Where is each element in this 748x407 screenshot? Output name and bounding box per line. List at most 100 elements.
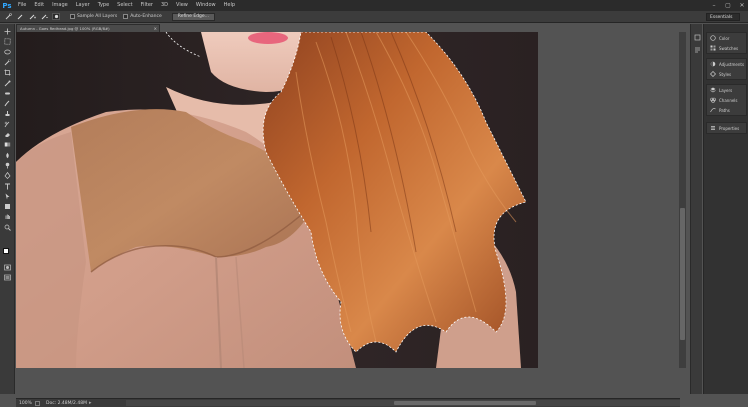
lips: [248, 32, 288, 44]
horizontal-scrollbar[interactable]: [126, 400, 680, 406]
workspace-select[interactable]: Essentials: [706, 13, 740, 21]
auto-enhance-option[interactable]: Auto-Enhance: [123, 14, 162, 19]
panel-group-properties: Properties: [706, 122, 747, 134]
properties-icon: [710, 125, 716, 131]
menu-filter[interactable]: Filter: [137, 0, 157, 11]
window-controls: – ▢ ✕: [710, 0, 746, 11]
marquee-icon[interactable]: [3, 38, 12, 45]
image-canvas[interactable]: [16, 32, 538, 368]
zoom-icon[interactable]: [3, 224, 12, 231]
paths-icon: [710, 107, 716, 113]
menu-3d[interactable]: 3D: [157, 0, 172, 11]
minimize-icon[interactable]: –: [710, 2, 718, 9]
panel-styles[interactable]: Styles: [707, 69, 746, 79]
menu-type[interactable]: Type: [94, 0, 113, 11]
new-selection-icon[interactable]: [16, 13, 24, 20]
menu-select[interactable]: Select: [113, 0, 136, 11]
close-icon[interactable]: ✕: [738, 2, 746, 9]
swatches-icon: [710, 45, 716, 51]
panel-layers-label: Layers: [719, 87, 733, 93]
status-menu-icon[interactable]: [34, 400, 40, 406]
menu-help[interactable]: Help: [220, 0, 239, 11]
screen-mode-icon[interactable]: [3, 274, 12, 281]
styles-icon: [710, 71, 716, 77]
vertical-scrollbar-thumb[interactable]: [680, 208, 685, 340]
panel-group-adjustments: Adjustments Styles: [706, 58, 747, 80]
move-icon[interactable]: [3, 28, 12, 35]
panel-layers[interactable]: Layers: [707, 85, 746, 95]
panel-group-color: Color Swatches: [706, 32, 747, 54]
path-selection-icon[interactable]: [3, 193, 12, 200]
panel-adjustments[interactable]: Adjustments: [707, 59, 746, 69]
panel-paths-label: Paths: [719, 107, 730, 113]
add-to-selection-icon[interactable]: [28, 13, 36, 20]
menu-bar: Ps File Edit Image Layer Type Select Fil…: [0, 0, 748, 11]
quick-selection-preset-icon[interactable]: [4, 13, 12, 20]
panel-channels[interactable]: Channels: [707, 95, 746, 105]
panel-adjustments-label: Adjustments: [719, 61, 745, 67]
panel-color[interactable]: Color: [707, 33, 746, 43]
healing-icon[interactable]: [3, 90, 12, 97]
collapsed-panel-strip: [690, 24, 702, 394]
quick-mask-icon[interactable]: [3, 264, 12, 271]
auto-enhance-label: Auto-Enhance: [130, 14, 162, 19]
crop-icon[interactable]: [3, 69, 12, 76]
subtract-from-selection-icon[interactable]: [40, 13, 48, 20]
hand-icon[interactable]: [3, 213, 12, 220]
pasteboard: [16, 368, 679, 398]
gradient-icon[interactable]: [3, 141, 12, 148]
tab-close-icon[interactable]: ×: [154, 25, 157, 32]
history-icon[interactable]: [693, 34, 701, 41]
blur-icon[interactable]: [3, 152, 12, 159]
panel-group-layers: Layers Channels Paths: [706, 84, 747, 116]
lasso-icon[interactable]: [3, 49, 12, 56]
zoom-level-field[interactable]: 100%: [16, 401, 34, 406]
options-bar: Sample All Layers Auto-Enhance Refine Ed…: [0, 11, 748, 23]
auto-enhance-checkbox[interactable]: [123, 14, 129, 19]
menu-edit[interactable]: Edit: [30, 0, 48, 11]
sample-all-layers-checkbox[interactable]: [70, 14, 75, 19]
properties-strip-icon[interactable]: [693, 46, 701, 53]
foreground-color-swatch[interactable]: [3, 248, 9, 254]
document-tab-title: Autumn - Goes Redhead.jpg @ 100% (RGB/8#…: [20, 26, 110, 31]
eyedropper-icon[interactable]: [3, 80, 12, 87]
status-bar: 100% Doc: 2.48M/2.48M ▸: [16, 398, 680, 407]
type-icon[interactable]: [3, 183, 12, 190]
dodge-icon[interactable]: [3, 162, 12, 169]
panel-properties[interactable]: Properties: [707, 123, 746, 133]
photoshop-logo: Ps: [2, 1, 12, 10]
sample-all-layers-option[interactable]: Sample All Layers: [70, 14, 117, 19]
tools-panel: [0, 24, 15, 394]
clone-stamp-icon[interactable]: [3, 110, 12, 117]
menu-layer[interactable]: Layer: [72, 0, 94, 11]
maximize-icon[interactable]: ▢: [724, 2, 732, 9]
panel-styles-label: Styles: [719, 71, 732, 77]
color-icon: [710, 35, 716, 41]
channels-icon: [710, 97, 716, 103]
document-tab[interactable]: Autumn - Goes Redhead.jpg @ 100% (RGB/8#…: [16, 24, 160, 32]
menu-view[interactable]: View: [172, 0, 192, 11]
vertical-scrollbar[interactable]: [679, 32, 686, 368]
panel-paths[interactable]: Paths: [707, 105, 746, 115]
sample-all-layers-label: Sample All Layers: [77, 14, 118, 19]
panel-swatches-label: Swatches: [719, 45, 739, 51]
brush-size-icon[interactable]: [52, 13, 60, 20]
horizontal-scrollbar-thumb[interactable]: [394, 401, 536, 405]
menu-window[interactable]: Window: [192, 0, 220, 11]
panel-swatches[interactable]: Swatches: [707, 43, 746, 53]
brush-icon[interactable]: [3, 100, 12, 107]
status-arrow-icon[interactable]: ▸: [89, 400, 92, 406]
shape-icon[interactable]: [3, 203, 12, 210]
layers-icon: [710, 87, 716, 93]
eraser-icon[interactable]: [3, 131, 12, 138]
history-brush-icon[interactable]: [3, 121, 12, 128]
menu-file[interactable]: File: [14, 0, 30, 11]
document-size: Doc: 2.48M/2.48M: [46, 400, 87, 406]
refine-edge-button[interactable]: Refine Edge...: [171, 12, 215, 21]
quick-selection-icon[interactable]: [3, 59, 12, 66]
panel-channels-label: Channels: [719, 97, 738, 103]
panel-dock: Color Swatches Adjustments Styles Layers…: [703, 24, 748, 394]
photo: [16, 32, 538, 368]
pen-icon[interactable]: [3, 172, 12, 180]
menu-image[interactable]: Image: [48, 0, 72, 11]
